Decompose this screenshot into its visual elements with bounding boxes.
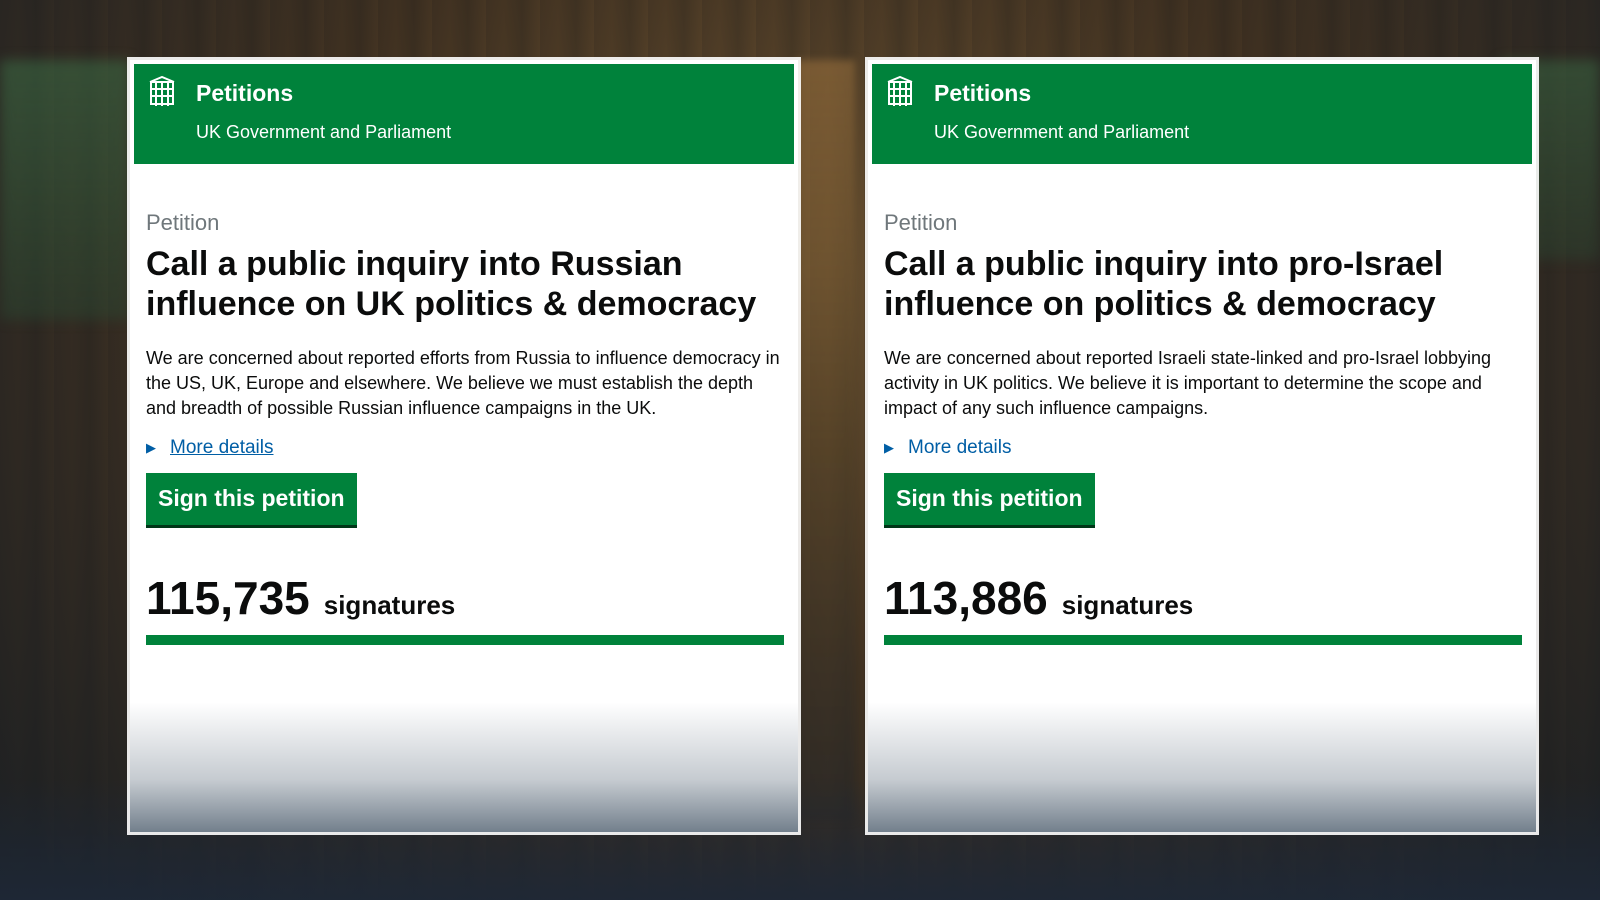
site-header: Petitions UK Government and Parliament <box>872 64 1532 164</box>
brand-subtitle: UK Government and Parliament <box>934 122 1190 142</box>
signature-progress-bar <box>146 635 784 645</box>
signature-count: 113,886 <box>884 572 1048 624</box>
background-center-aisle <box>795 60 855 820</box>
site-header: Petitions UK Government and Parliament <box>134 64 794 164</box>
brand-subtitle: UK Government and Parliament <box>196 122 452 142</box>
brand-title[interactable]: Petitions <box>934 80 1031 107</box>
triangle-right-icon: ▶ <box>884 440 894 455</box>
petition-kicker: Petition <box>146 210 220 235</box>
triangle-right-icon: ▶ <box>146 440 156 455</box>
sign-petition-button[interactable]: Sign this petition <box>146 473 357 525</box>
petition-kicker: Petition <box>884 210 958 235</box>
petition-content: Petition Call a public inquiry into pro-… <box>884 210 1522 645</box>
petition-card-israel: Petitions UK Government and Parliament P… <box>868 60 1536 832</box>
sign-petition-button[interactable]: Sign this petition <box>884 473 1095 525</box>
more-details-link[interactable]: More details <box>908 437 1012 459</box>
signature-progress-fill <box>146 635 784 645</box>
signature-label: signatures <box>323 590 456 620</box>
signature-label: signatures <box>1061 590 1194 620</box>
petition-description: We are concerned about reported Israeli … <box>884 348 1492 418</box>
portcullis-icon <box>149 76 175 106</box>
signature-summary: 113,886 signatures <box>884 571 1522 625</box>
signature-count: 115,735 <box>146 572 310 624</box>
petition-title: Call a public inquiry into Russian influ… <box>146 245 757 323</box>
petition-card-russia: Petitions UK Government and Parliament P… <box>130 60 798 832</box>
brand-title[interactable]: Petitions <box>196 80 293 107</box>
signature-summary: 115,735 signatures <box>146 571 784 625</box>
background-bench-left <box>0 60 130 320</box>
signature-progress-fill <box>884 635 1522 645</box>
petition-title: Call a public inquiry into pro-Israel in… <box>884 245 1444 323</box>
petition-description: We are concerned about reported efforts … <box>146 348 780 418</box>
more-details-toggle[interactable]: ▶ More details <box>146 437 784 459</box>
more-details-toggle[interactable]: ▶ More details <box>884 437 1522 459</box>
signature-progress-bar <box>884 635 1522 645</box>
portcullis-icon <box>887 76 913 106</box>
more-details-link[interactable]: More details <box>170 437 274 459</box>
petition-content: Petition Call a public inquiry into Russ… <box>146 210 784 645</box>
